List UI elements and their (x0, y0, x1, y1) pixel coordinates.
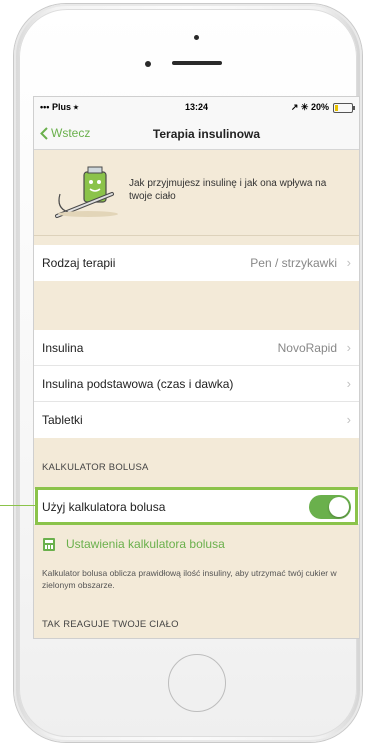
status-indicators: ↗ ✳ 20% (290, 102, 329, 112)
tablets-label: Tabletki (42, 413, 83, 427)
therapy-type-row[interactable]: Rodzaj terapii Pen / strzykawki › (34, 245, 359, 281)
app-screen: ••• Plus ⭑ 13:24 ↗ ✳ 20% Wstecz Terapia … (33, 96, 360, 639)
battery-icon (333, 103, 355, 113)
insulin-row[interactable]: Insulina NovoRapid › (34, 330, 359, 366)
battery-fill (335, 105, 339, 111)
bolus-calculator-settings-link[interactable]: Ustawienia kalkulatora bolusa (34, 529, 359, 559)
bolus-calculator-toggle[interactable] (309, 495, 351, 519)
page-title: Terapia insulinowa (152, 127, 261, 141)
calculator-icon (43, 538, 55, 551)
chevron-right-icon: › (346, 255, 351, 270)
therapy-type-label: Rodzaj terapii (42, 256, 116, 270)
bolus-calculator-toggle-row: Użyj kalkulatora bolusa (34, 489, 359, 525)
home-button[interactable] (168, 654, 226, 712)
chevron-right-icon: › (346, 376, 351, 391)
insulin-label: Insulina (42, 341, 84, 355)
chevron-right-icon: › (346, 412, 351, 427)
info-banner[interactable]: Jak przyjmujesz insulinę i jak ona wpływ… (34, 150, 359, 236)
bolus-calculator-toggle-label: Użyj kalkulatora bolusa (42, 500, 166, 514)
basal-insulin-row[interactable]: Insulina podstawowa (czas i dawka) › (34, 366, 359, 402)
section-title-bolus-calculator: KALKULATOR BOLUSA (42, 462, 149, 473)
tablets-row[interactable]: Tabletki › (34, 402, 359, 438)
bolus-calculator-settings-label: Ustawienia kalkulatora bolusa (66, 537, 225, 551)
insulin-value: NovoRapid (277, 341, 337, 355)
proximity-sensor (194, 35, 199, 40)
bolus-calculator-note: Kalkulator bolusa oblicza prawidłową ilo… (42, 568, 337, 590)
callout-line (0, 505, 35, 506)
basal-insulin-label: Insulina podstawowa (czas i dawka) (42, 377, 234, 391)
therapy-type-value: Pen / strzykawki (250, 256, 337, 270)
front-camera (145, 61, 151, 67)
section-title-body-reaction: TAK REAGUJE TWOJE CIAŁO (42, 619, 179, 630)
chevron-right-icon: › (346, 340, 351, 355)
insulin-pen-illustration-icon (55, 166, 118, 218)
navigation-bar: Wstecz Terapia insulinowa (34, 119, 359, 150)
status-bar: ••• Plus ⭑ 13:24 ↗ ✳ 20% (34, 97, 359, 119)
earpiece-speaker (172, 61, 222, 65)
banner-text: Jak przyjmujesz insulinę i jak ona wpływ… (129, 178, 327, 202)
toggle-knob (329, 497, 349, 517)
